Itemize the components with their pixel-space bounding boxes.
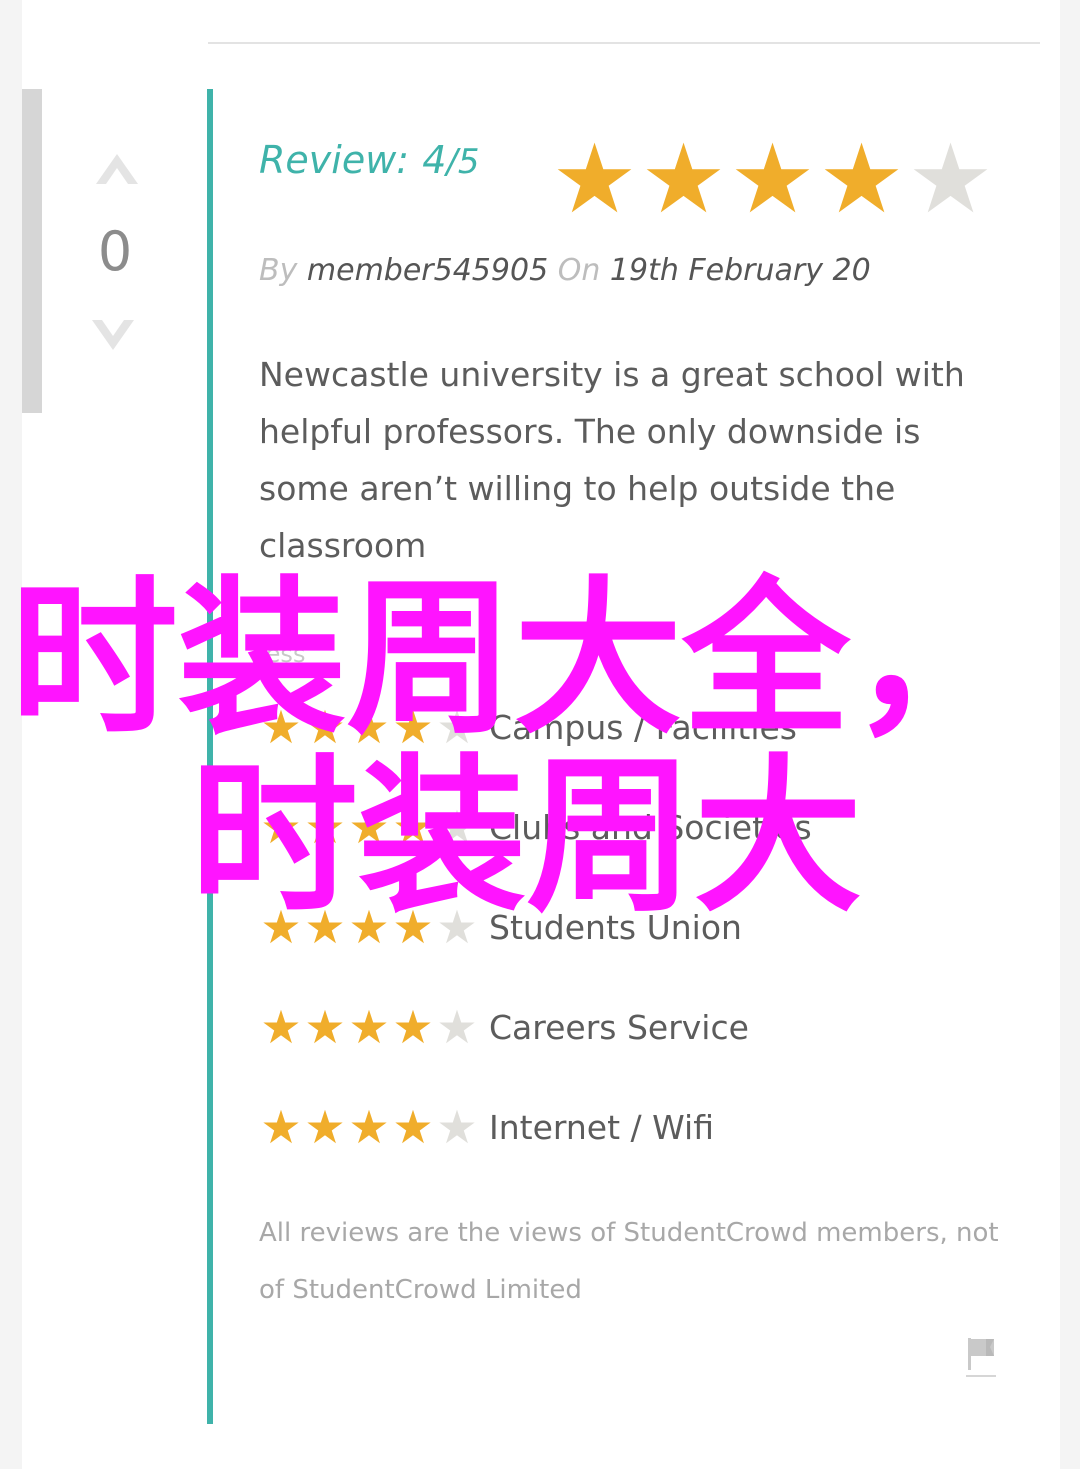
star-icon: ★ xyxy=(304,1100,346,1154)
review-author[interactable]: member545905 xyxy=(307,253,548,288)
star-icon: ★ xyxy=(640,123,727,235)
by-label: By xyxy=(259,253,298,288)
review-date: 19th February 20 xyxy=(609,253,871,288)
watermark-overlay: 时装周大全， 时装周大 xyxy=(10,570,1018,935)
star-icon: ★ xyxy=(818,123,905,235)
star-icon: ★ xyxy=(348,1100,390,1154)
star-icon: ★ xyxy=(304,1000,346,1054)
category-stars: ★★★★★ xyxy=(259,1004,479,1050)
on-label: On xyxy=(557,253,601,288)
vote-side-bar xyxy=(22,89,42,413)
category-row: ★★★★★ Careers Service xyxy=(259,1004,749,1054)
watermark-line-2: 时装周大 xyxy=(190,739,862,935)
star-icon: ★ xyxy=(551,123,638,235)
review-byline: By member545905 On 19th February 20 xyxy=(259,253,871,288)
chevron-up-icon[interactable] xyxy=(96,154,138,184)
review-score-heading: Review: 4/5 xyxy=(259,138,479,198)
star-icon: ★ xyxy=(260,1000,302,1054)
top-divider xyxy=(208,42,1040,44)
star-icon: ★ xyxy=(907,123,994,235)
review-label: Review: xyxy=(259,138,410,182)
star-icon: ★ xyxy=(392,1000,434,1054)
watermark-line-1: 时装周大全， xyxy=(10,561,1018,757)
flag-icon[interactable] xyxy=(966,1336,996,1378)
star-icon: ★ xyxy=(436,1100,478,1154)
star-icon: ★ xyxy=(348,1000,390,1054)
category-label: Careers Service xyxy=(489,1007,749,1047)
star-icon: ★ xyxy=(436,1000,478,1054)
chevron-down-icon[interactable] xyxy=(92,320,134,350)
category-stars: ★★★★★ xyxy=(259,1104,479,1150)
star-icon: ★ xyxy=(392,1100,434,1154)
review-score: 4 xyxy=(422,138,447,182)
overall-star-rating: ★★★★★ xyxy=(550,131,995,227)
category-row: ★★★★★ Internet / Wifi xyxy=(259,1104,714,1154)
star-icon: ★ xyxy=(260,1100,302,1154)
vote-count: 0 xyxy=(97,220,133,283)
review-disclaimer: All reviews are the views of StudentCrow… xyxy=(259,1218,999,1305)
review-max-score: /5 xyxy=(446,142,480,182)
star-icon: ★ xyxy=(729,123,816,235)
category-label: Internet / Wifi xyxy=(489,1107,714,1147)
review-body: Newcastle university is a great school w… xyxy=(259,355,965,565)
